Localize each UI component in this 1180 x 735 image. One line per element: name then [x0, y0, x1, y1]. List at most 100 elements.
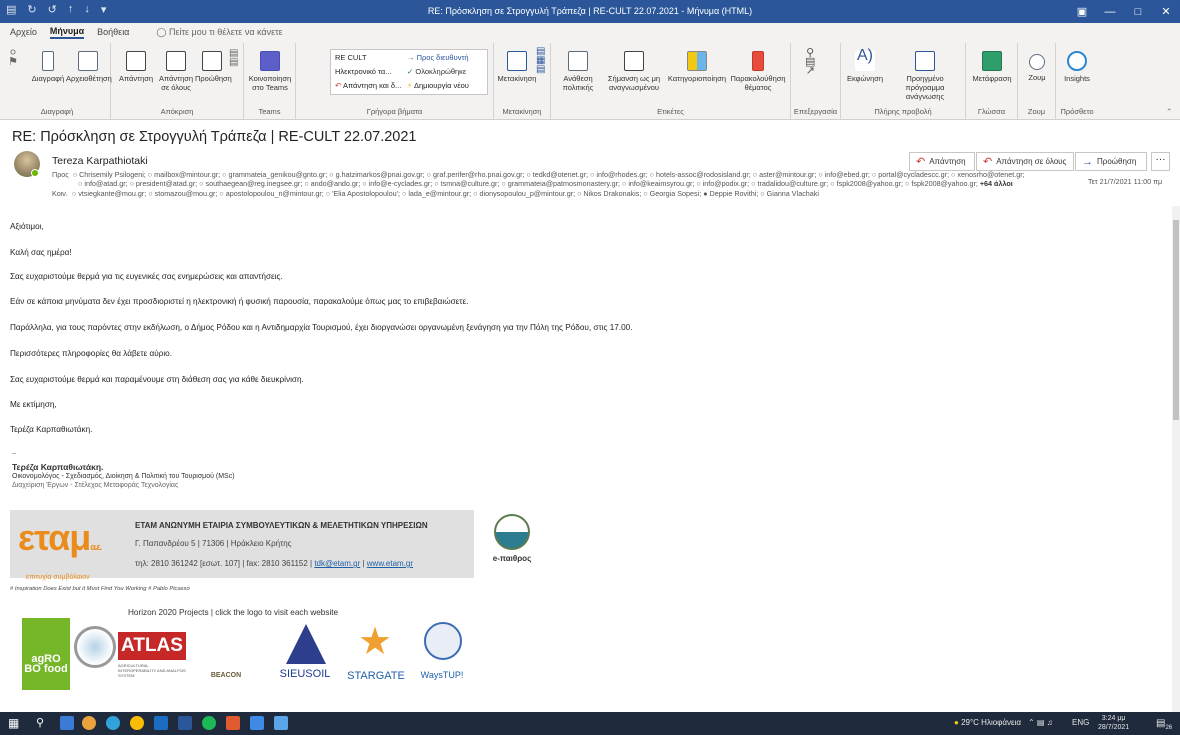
atlas-logo[interactable]: ATLAS AGRICULTURAL INTEROPERABILITY AND A… — [72, 618, 188, 684]
ribbon-display-options-icon[interactable]: ▣ — [1068, 0, 1096, 23]
tab-file[interactable]: Αρχείο — [10, 27, 37, 37]
quick-step-done[interactable]: ✓ Ολοκληρώθηκε — [407, 67, 466, 76]
search-icon[interactable]: ⚲ — [36, 716, 50, 730]
quick-step-email[interactable]: Ηλεκτρονικό τα... — [335, 67, 391, 76]
quick-step-re-cult[interactable]: RE CULT — [335, 53, 367, 62]
vertical-scrollbar[interactable] — [1172, 206, 1180, 714]
rules-icon[interactable]: ▤ ▦ ▤ — [536, 47, 545, 75]
group-label-teams: Teams — [258, 107, 281, 116]
word-icon[interactable] — [178, 716, 192, 730]
reply-all-action-button[interactable]: ↶ Απάντηση σε όλους — [976, 152, 1074, 171]
forward-action-button[interactable]: → Προώθηση — [1075, 152, 1147, 171]
insights-button[interactable]: Insights — [1060, 51, 1094, 83]
globe-icon — [74, 626, 116, 668]
weather-widget[interactable]: ● 29°C Ηλιοφάνεια — [954, 718, 1021, 727]
quick-step-reply-delete[interactable]: ↶ Απάντηση και δ... — [335, 81, 401, 90]
forward-button[interactable]: Προώθηση — [195, 51, 232, 83]
zoom-button[interactable]: Ζουμ — [1022, 51, 1052, 82]
tab-help[interactable]: Βοήθεια — [97, 27, 129, 37]
group-quick-steps: RE CULT → Προς διευθυντή Ηλεκτρονικό τα.… — [296, 43, 494, 119]
e-paithros-logo[interactable]: e-παιθρος — [490, 514, 534, 574]
tab-message[interactable]: Μήνυμα — [49, 26, 85, 39]
cc-recipients[interactable]: Κοιν. ○ vtsiegkante@mou.gr; ○ stomazou@m… — [52, 189, 1084, 198]
outlook-icon[interactable] — [154, 716, 168, 730]
notifications-icon[interactable]: ▤26 — [1156, 718, 1172, 731]
collapse-ribbon-icon[interactable]: ⌃ — [1166, 107, 1172, 116]
ribbon: ⚪ ⚑ Διαγραφή Αρχειοθέτηση Διαγραφή Απάντη… — [0, 41, 1180, 120]
photos-icon[interactable] — [250, 716, 264, 730]
archive-button[interactable]: Αρχειοθέτηση — [66, 51, 112, 83]
find-icon[interactable]: ⚲ ▤ ↗ — [805, 48, 815, 77]
follow-up-button[interactable]: Παρακολούθηση θέματος — [727, 51, 789, 92]
app-icon[interactable] — [274, 716, 288, 730]
categorize-button[interactable]: Κατηγοριοποίηση — [667, 51, 727, 83]
stargate-logo[interactable]: ★ STARGATE — [344, 618, 408, 688]
maximize-button[interactable]: □ — [1124, 0, 1152, 23]
input-language[interactable]: ENG — [1072, 718, 1089, 727]
more-respond-icon[interactable]: ▤ ▤ — [229, 49, 238, 68]
windows-start-icon[interactable]: ▦ — [8, 716, 22, 730]
etam-logo[interactable]: εταμα.ε. επιτυχία συμβόλαιον — [18, 516, 120, 581]
immersive-reader-icon — [915, 51, 935, 71]
translate-button[interactable]: Μετάφραση — [970, 51, 1014, 83]
spotify-icon[interactable] — [202, 716, 216, 730]
more-recipients-link[interactable]: +64 άλλοι — [980, 179, 1013, 188]
email-link[interactable]: tdk@etam.gr — [314, 559, 360, 568]
system-tray-icons[interactable]: ⌃ ▤ ♫ — [1028, 718, 1053, 727]
flag-icon — [752, 51, 764, 71]
sieusoil-logo[interactable]: SIEUSOIL — [272, 618, 338, 688]
ignore-icon[interactable]: ⚪ ⚑ — [8, 48, 18, 68]
task-view-icon[interactable] — [60, 716, 74, 730]
group-delete: ⚪ ⚑ Διαγραφή Αρχειοθέτηση Διαγραφή — [4, 43, 112, 119]
group-addins: Insights Πρόσθετο — [1056, 43, 1098, 119]
translate-icon — [982, 51, 1002, 71]
read-aloud-button[interactable]: A) Εκφώνηση — [843, 48, 887, 84]
assign-policy-button[interactable]: Ανάθεση πολιτικής — [553, 51, 603, 92]
website-link[interactable]: www.etam.gr — [367, 559, 413, 568]
avatar[interactable] — [14, 151, 40, 177]
reply-arrow-icon: ↶ — [916, 156, 926, 168]
agrobofood-logo[interactable]: agRO BO food — [22, 618, 70, 690]
group-label-move: Μετακίνηση — [502, 107, 542, 116]
to-recipients-line2[interactable]: ○ info@atad.gr; ○ president@atad.gr; ○ s… — [78, 179, 1084, 188]
reply-button[interactable]: Απάντηση — [115, 51, 157, 83]
window-title: RE: Πρόσκληση σε Στρογγυλή Τράπεζα | RE-… — [427, 6, 753, 16]
move-button[interactable]: Μετακίνηση — [497, 51, 537, 83]
quick-step-to-manager[interactable]: → Προς διευθυντή — [407, 53, 469, 62]
scrollbar-thumb[interactable] — [1173, 220, 1179, 420]
unread-envelope-icon — [624, 51, 644, 71]
reply-all-button[interactable]: Απάντηση σε όλους — [155, 51, 197, 92]
firefox-icon[interactable] — [82, 716, 96, 730]
policy-icon — [568, 51, 588, 71]
quick-step-create-new[interactable]: ⚡ Δημιουργία νέου — [407, 81, 469, 90]
group-immersive: A) Εκφώνηση Προηγμένο πρόγραμμα ανάγνωσης… — [841, 43, 966, 119]
body-closing: Με εκτίμηση, — [10, 400, 57, 409]
message-date: Τετ 21/7/2021 11:00 πμ — [1088, 177, 1163, 186]
group-label-immersive: Πλήρης προβολή — [874, 107, 932, 116]
company-address: Γ. Παπανδρέου 5 | 71306 | Ηράκλειο Κρήτη… — [135, 539, 292, 548]
reply-all-action-label: Απάντηση σε όλους — [996, 157, 1067, 166]
sender-name[interactable]: Tereza Karpathiotaki — [52, 155, 148, 167]
tell-me-search[interactable]: ◯ Πείτε μου τι θέλετε να κάνετε — [156, 27, 282, 38]
waystup-logo[interactable]: WaysTUP! — [416, 618, 468, 688]
body-greeting: Αξιότιμοι, — [10, 222, 44, 231]
immersive-reader-button[interactable]: Προηγμένο πρόγραμμα ανάγνωσης — [887, 51, 963, 101]
share-to-teams-button[interactable]: Κοινοποίηση στο Teams — [246, 51, 294, 92]
edge-icon[interactable] — [106, 716, 120, 730]
clock[interactable]: 3:24 μμ 28/7/2021 — [1098, 714, 1129, 732]
close-button[interactable]: ✕ — [1152, 0, 1180, 23]
delete-button[interactable]: Διαγραφή — [26, 51, 70, 83]
minimize-button[interactable]: — — [1096, 0, 1124, 23]
to-recipients-line1[interactable]: Προς ○ Chrisemily Psilogeni; ○ mailbox@m… — [52, 170, 1084, 179]
reply-action-button[interactable]: ↶ Απάντηση — [909, 152, 975, 171]
trash-icon — [42, 51, 54, 71]
ribbon-tabs: Αρχείο Μήνυμα Βοήθεια ◯ Πείτε μου τι θέλ… — [0, 23, 1180, 41]
group-label-language: Γλώσσα — [977, 107, 1006, 116]
mark-unread-button[interactable]: Σήμανση ως μη αναγνωσμένου — [603, 51, 665, 92]
slack-icon[interactable] — [226, 716, 240, 730]
beacon-logo[interactable]: BEACON — [198, 618, 254, 686]
more-actions-button[interactable]: ··· — [1151, 152, 1170, 171]
chrome-icon[interactable] — [130, 716, 144, 730]
forward-arrow-icon: → — [1082, 155, 1093, 168]
group-language: Μετάφραση Γλώσσα — [966, 43, 1018, 119]
